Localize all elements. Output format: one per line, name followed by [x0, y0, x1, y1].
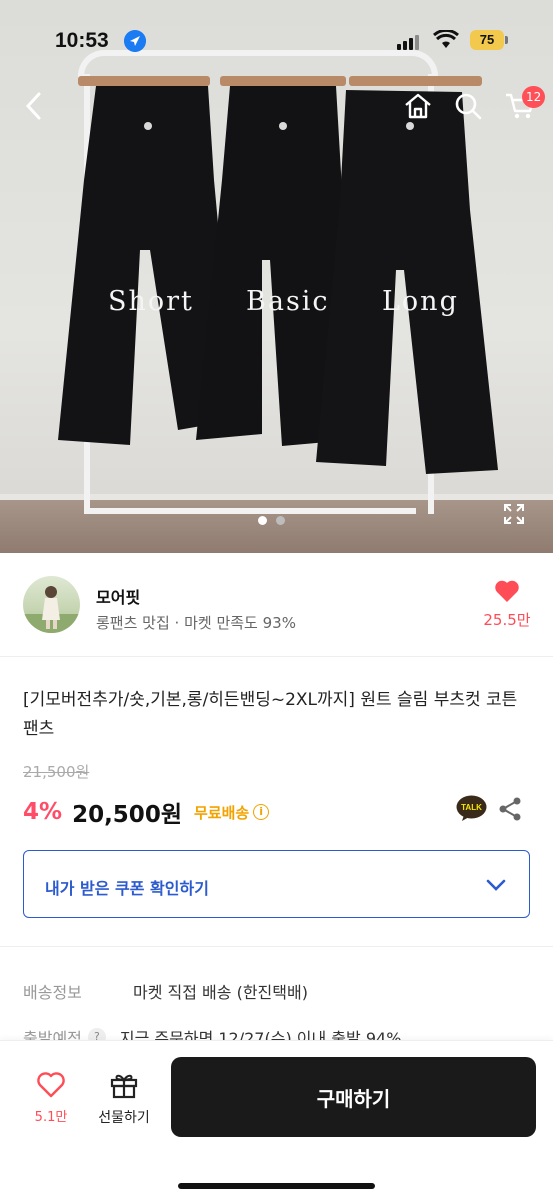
chevron-left-icon [25, 92, 41, 120]
gift-button[interactable]: 선물하기 [92, 1071, 156, 1127]
label-basic: Basic [246, 286, 330, 317]
seller-name[interactable]: 모어핏 [96, 584, 140, 608]
battery-icon: 75 [470, 30, 504, 50]
product-title: [기모버전추가/숏,기본,롱/히든밴딩~2XL까지] 원트 슬림 부츠컷 코튼 … [23, 690, 518, 739]
search-button[interactable] [450, 88, 486, 124]
wishlist-button[interactable]: 5.1만 [26, 1071, 76, 1125]
label-long: Long [382, 286, 459, 317]
wifi-icon [433, 30, 459, 48]
pants-illustration [58, 86, 498, 474]
pants-long [316, 90, 498, 474]
coupon-check-button[interactable]: 내가 받은 쿠폰 확인하기 [23, 850, 530, 918]
product-image-carousel[interactable]: Short Basic Long [0, 0, 553, 553]
section-divider [0, 946, 553, 947]
svg-text:TALK: TALK [461, 803, 482, 812]
buy-button[interactable]: 구매하기 [171, 1057, 536, 1137]
heart-filled-icon [495, 580, 519, 602]
heart-outline-icon [37, 1072, 65, 1098]
original-price: 21,500원 [23, 763, 90, 781]
sale-price: 20,500원 [72, 802, 182, 828]
share-icon[interactable] [498, 796, 522, 822]
seller-like-button[interactable]: 25.5만 [480, 579, 534, 630]
label-short: Short [108, 286, 194, 317]
status-bar: 10:53 75 [0, 26, 553, 62]
carousel-page-indicator [258, 516, 285, 525]
kakao-talk-icon[interactable]: TALK [456, 795, 487, 822]
cart-count-badge: 12 [522, 86, 546, 108]
status-time: 10:53 [55, 29, 109, 52]
seller-section[interactable]: 모어핏 롱팬츠 맛집 · 마켓 만족도 93% 25.5만 [0, 553, 553, 657]
search-icon [455, 93, 482, 120]
shipping-info-value: 마켓 직접 배송 (한진택배) [133, 983, 308, 1002]
bottom-action-bar: 5.1만 선물하기 구매하기 [0, 1040, 553, 1200]
home-button[interactable] [400, 88, 436, 124]
shipping-info-label: 배송정보 [23, 983, 82, 1002]
carousel-dot [276, 516, 285, 525]
shipping-info-row: 배송정보 마켓 직접 배송 (한진택배) [23, 979, 308, 1003]
gift-label: 선물하기 [98, 1110, 150, 1126]
coupon-label: 내가 받은 쿠폰 확인하기 [45, 879, 209, 898]
free-shipping-badge: 무료배송 [193, 803, 250, 822]
home-icon [405, 93, 431, 119]
seller-avatar[interactable] [23, 576, 80, 633]
carousel-dot-active [258, 516, 267, 525]
back-button[interactable] [16, 88, 52, 124]
avatar-image [23, 586, 80, 633]
home-indicator [178, 1183, 375, 1189]
chevron-down-icon [486, 879, 506, 891]
gift-icon [110, 1074, 138, 1099]
battery-tip [505, 36, 508, 44]
seller-description: 롱팬츠 맛집 · 마켓 만족도 93% [96, 614, 296, 632]
info-icon[interactable]: i [253, 804, 270, 820]
price-row: 4% 20,500원 무료배송 i [23, 795, 270, 829]
seller-like-count: 25.5만 [483, 611, 531, 629]
wishlist-count: 5.1만 [34, 1110, 68, 1125]
discount-rate: 4% [23, 799, 63, 825]
cellular-signal-icon [397, 34, 419, 50]
location-arrow-icon [124, 30, 146, 52]
expand-icon[interactable] [502, 502, 526, 526]
